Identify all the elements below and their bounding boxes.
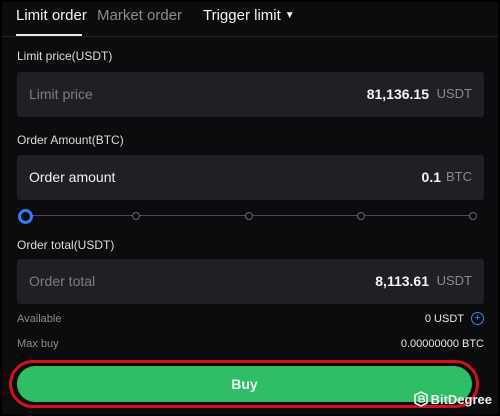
order-total-value: 8,113.61 [375,273,429,289]
buy-button[interactable]: Buy [17,366,472,402]
limit-price-field[interactable]: Limit price 81,136.15 USDT [17,72,484,117]
order-total-unit: USDT [436,273,472,288]
order-amount-value: 0.1 [421,169,441,185]
slider-tick[interactable] [132,212,140,220]
available-label: Available [17,313,62,325]
order-total-field[interactable]: Order total 8,113.61 USDT [17,259,484,304]
order-panel: Limit order Market order Trigger limit ▼ … [0,0,500,416]
order-total-placeholder: Order total [29,273,96,289]
tab-trigger-limit[interactable]: Trigger limit ▼ [203,7,295,27]
slider-tick[interactable] [245,212,253,220]
tab-market-order[interactable]: Market order [97,7,182,25]
caret-down-icon: ▼ [284,10,295,21]
bitdegree-watermark: BitDegree [413,391,492,407]
tab-limit-order[interactable]: Limit order [16,7,87,25]
add-funds-icon[interactable]: + [471,312,484,325]
max-buy-label: Max buy [17,338,59,350]
order-amount-label: Order Amount(BTC) [17,133,124,147]
order-total-label: Order total(USDT) [17,238,115,252]
slider-thumb[interactable] [18,209,33,224]
order-amount-unit: BTC [446,169,472,184]
order-type-tabs: Limit order Market order Trigger limit ▼ [2,2,498,36]
limit-price-label: Limit price(USDT) [17,49,113,63]
amount-slider[interactable] [18,208,477,224]
bitdegree-logo-icon [413,391,428,407]
slider-tick[interactable] [357,212,365,220]
available-value: 0 USDT [424,313,464,325]
order-amount-placeholder: Order amount [29,169,116,185]
order-amount-field[interactable]: Order amount 0.1 BTC [17,155,484,200]
tab-trigger-label: Trigger limit [203,7,281,24]
limit-price-unit: USDT [436,86,472,101]
limit-price-value: 81,136.15 [366,86,429,102]
tabs-divider [2,36,498,37]
watermark-text: BitDegree [430,391,492,407]
limit-price-placeholder: Limit price [29,86,93,102]
slider-tick[interactable] [469,212,477,220]
max-buy-value: 0.00000000 BTC [400,338,484,350]
